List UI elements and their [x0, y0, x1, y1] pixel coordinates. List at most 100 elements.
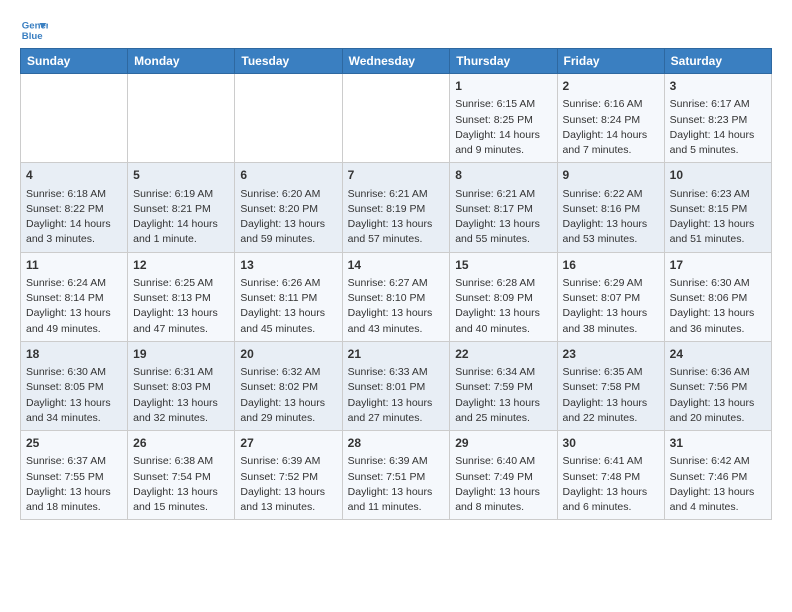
cell-content: Sunset: 8:09 PM [455, 291, 551, 306]
cell-content: and 11 minutes. [348, 500, 445, 515]
calendar-cell [128, 74, 235, 163]
cell-content: Daylight: 13 hours [670, 217, 766, 232]
cell-content: Sunrise: 6:23 AM [670, 187, 766, 202]
cell-content: Daylight: 13 hours [670, 485, 766, 500]
calendar-cell: 4Sunrise: 6:18 AMSunset: 8:22 PMDaylight… [21, 163, 128, 252]
calendar-cell: 28Sunrise: 6:39 AMSunset: 7:51 PMDayligh… [342, 431, 450, 520]
cell-content: Sunset: 8:03 PM [133, 380, 229, 395]
cell-content: and 13 minutes. [240, 500, 336, 515]
day-number: 5 [133, 167, 229, 184]
week-row-3: 11Sunrise: 6:24 AMSunset: 8:14 PMDayligh… [21, 252, 772, 341]
cell-content: Sunrise: 6:39 AM [240, 454, 336, 469]
cell-content: Sunset: 7:59 PM [455, 380, 551, 395]
cell-content: Sunset: 8:07 PM [563, 291, 659, 306]
calendar-cell: 3Sunrise: 6:17 AMSunset: 8:23 PMDaylight… [664, 74, 771, 163]
cell-content: Sunrise: 6:27 AM [348, 276, 445, 291]
cell-content: Sunrise: 6:30 AM [26, 365, 122, 380]
calendar-cell: 10Sunrise: 6:23 AMSunset: 8:15 PMDayligh… [664, 163, 771, 252]
calendar-cell: 9Sunrise: 6:22 AMSunset: 8:16 PMDaylight… [557, 163, 664, 252]
day-number: 1 [455, 78, 551, 95]
cell-content: Daylight: 13 hours [26, 396, 122, 411]
cell-content: Daylight: 13 hours [563, 217, 659, 232]
cell-content: and 25 minutes. [455, 411, 551, 426]
week-row-1: 1Sunrise: 6:15 AMSunset: 8:25 PMDaylight… [21, 74, 772, 163]
calendar-cell [342, 74, 450, 163]
cell-content: Sunrise: 6:16 AM [563, 97, 659, 112]
calendar-cell: 7Sunrise: 6:21 AMSunset: 8:19 PMDaylight… [342, 163, 450, 252]
cell-content: Daylight: 13 hours [133, 306, 229, 321]
cell-content: Sunrise: 6:31 AM [133, 365, 229, 380]
cell-content: Sunrise: 6:19 AM [133, 187, 229, 202]
column-header-friday: Friday [557, 49, 664, 74]
cell-content: and 47 minutes. [133, 322, 229, 337]
week-row-4: 18Sunrise: 6:30 AMSunset: 8:05 PMDayligh… [21, 341, 772, 430]
cell-content: Daylight: 13 hours [133, 396, 229, 411]
day-number: 29 [455, 435, 551, 452]
calendar-cell: 26Sunrise: 6:38 AMSunset: 7:54 PMDayligh… [128, 431, 235, 520]
cell-content: and 20 minutes. [670, 411, 766, 426]
calendar-table: SundayMondayTuesdayWednesdayThursdayFrid… [20, 48, 772, 520]
day-number: 24 [670, 346, 766, 363]
calendar-cell: 31Sunrise: 6:42 AMSunset: 7:46 PMDayligh… [664, 431, 771, 520]
column-header-monday: Monday [128, 49, 235, 74]
cell-content: and 4 minutes. [670, 500, 766, 515]
logo-icon: General Blue [20, 16, 48, 44]
cell-content: Sunset: 8:24 PM [563, 113, 659, 128]
calendar-cell: 11Sunrise: 6:24 AMSunset: 8:14 PMDayligh… [21, 252, 128, 341]
cell-content: Sunset: 8:06 PM [670, 291, 766, 306]
day-number: 19 [133, 346, 229, 363]
cell-content: and 15 minutes. [133, 500, 229, 515]
day-number: 21 [348, 346, 445, 363]
cell-content: Sunrise: 6:29 AM [563, 276, 659, 291]
week-row-5: 25Sunrise: 6:37 AMSunset: 7:55 PMDayligh… [21, 431, 772, 520]
calendar-cell [21, 74, 128, 163]
cell-content: Sunset: 8:13 PM [133, 291, 229, 306]
cell-content: Daylight: 13 hours [348, 396, 445, 411]
cell-content: Sunset: 8:19 PM [348, 202, 445, 217]
cell-content: Sunset: 8:20 PM [240, 202, 336, 217]
week-row-2: 4Sunrise: 6:18 AMSunset: 8:22 PMDaylight… [21, 163, 772, 252]
calendar-cell: 8Sunrise: 6:21 AMSunset: 8:17 PMDaylight… [450, 163, 557, 252]
cell-content: Daylight: 13 hours [348, 485, 445, 500]
cell-content: and 22 minutes. [563, 411, 659, 426]
day-number: 13 [240, 257, 336, 274]
cell-content: Sunrise: 6:15 AM [455, 97, 551, 112]
cell-content: Sunset: 7:55 PM [26, 470, 122, 485]
cell-content: and 38 minutes. [563, 322, 659, 337]
calendar-cell: 14Sunrise: 6:27 AMSunset: 8:10 PMDayligh… [342, 252, 450, 341]
cell-content: and 9 minutes. [455, 143, 551, 158]
cell-content: Sunrise: 6:39 AM [348, 454, 445, 469]
calendar-cell: 6Sunrise: 6:20 AMSunset: 8:20 PMDaylight… [235, 163, 342, 252]
cell-content: and 57 minutes. [348, 232, 445, 247]
cell-content: Sunrise: 6:18 AM [26, 187, 122, 202]
header-row: SundayMondayTuesdayWednesdayThursdayFrid… [21, 49, 772, 74]
cell-content: Sunset: 8:11 PM [240, 291, 336, 306]
column-header-tuesday: Tuesday [235, 49, 342, 74]
day-number: 6 [240, 167, 336, 184]
day-number: 22 [455, 346, 551, 363]
day-number: 23 [563, 346, 659, 363]
cell-content: Daylight: 13 hours [348, 217, 445, 232]
cell-content: Sunrise: 6:34 AM [455, 365, 551, 380]
calendar-cell: 21Sunrise: 6:33 AMSunset: 8:01 PMDayligh… [342, 341, 450, 430]
cell-content: and 34 minutes. [26, 411, 122, 426]
cell-content: and 55 minutes. [455, 232, 551, 247]
cell-content: Sunrise: 6:21 AM [455, 187, 551, 202]
calendar-cell: 20Sunrise: 6:32 AMSunset: 8:02 PMDayligh… [235, 341, 342, 430]
day-number: 25 [26, 435, 122, 452]
cell-content: Sunset: 8:21 PM [133, 202, 229, 217]
calendar-cell: 30Sunrise: 6:41 AMSunset: 7:48 PMDayligh… [557, 431, 664, 520]
calendar-cell: 19 Sunrise: 6:31 AMSunset: 8:03 PMDayligh… [128, 341, 235, 430]
cell-content: Sunset: 7:52 PM [240, 470, 336, 485]
cell-content: Daylight: 13 hours [455, 485, 551, 500]
cell-content: Sunrise: 6:32 AM [240, 365, 336, 380]
cell-content: and 32 minutes. [133, 411, 229, 426]
cell-content: and 18 minutes. [26, 500, 122, 515]
cell-content: Sunset: 8:02 PM [240, 380, 336, 395]
column-header-wednesday: Wednesday [342, 49, 450, 74]
cell-content: and 5 minutes. [670, 143, 766, 158]
day-number: 12 [133, 257, 229, 274]
cell-content: Daylight: 13 hours [455, 306, 551, 321]
day-number: 14 [348, 257, 445, 274]
cell-content: Sunset: 8:01 PM [348, 380, 445, 395]
